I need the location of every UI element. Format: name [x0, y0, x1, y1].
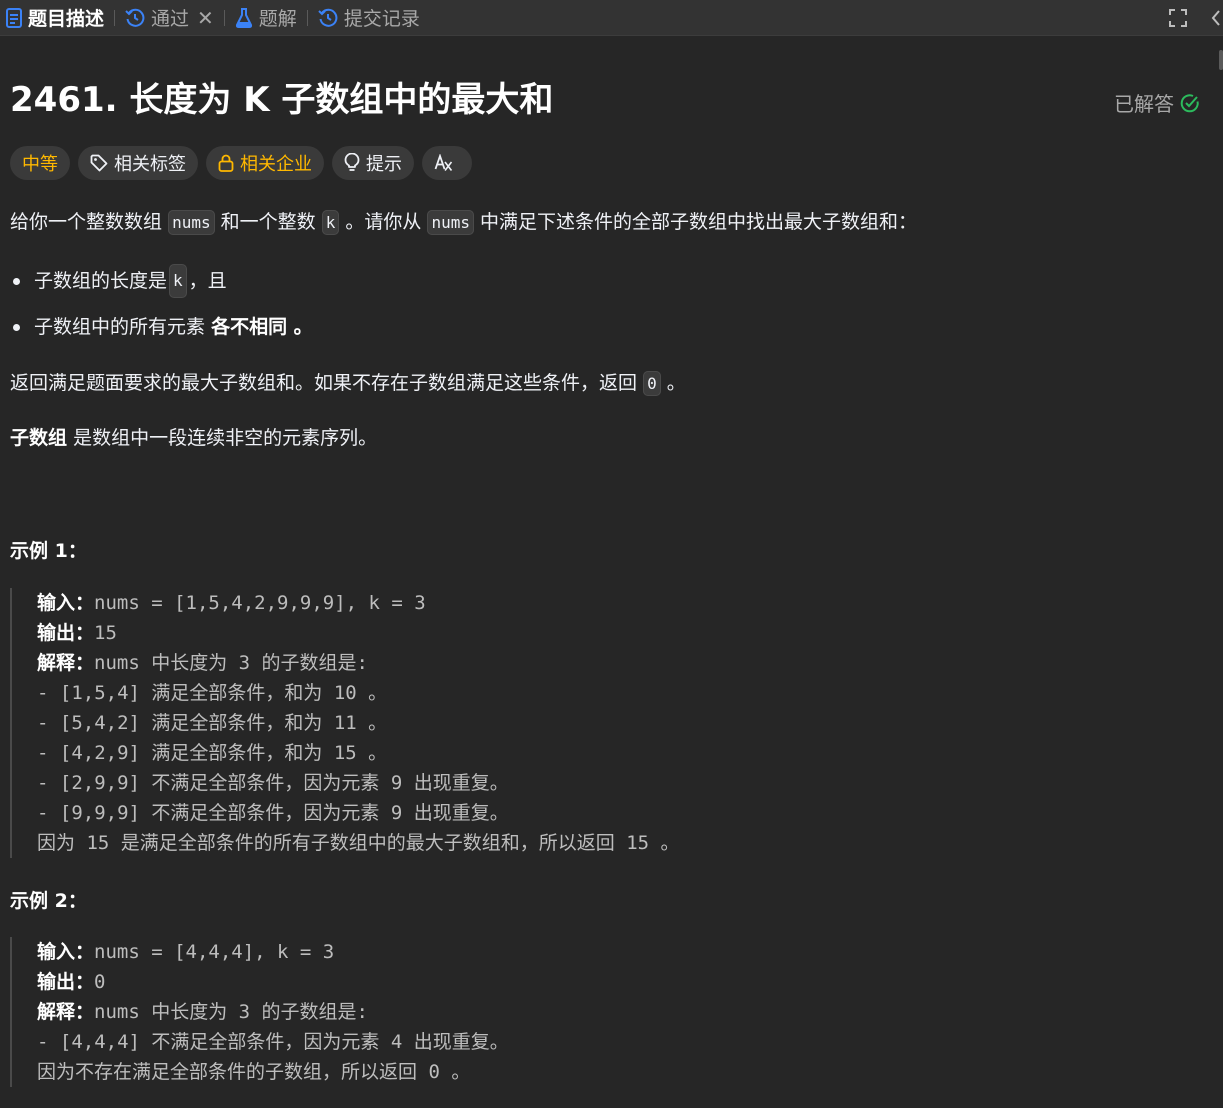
related-companies-button[interactable]: 相关企业: [206, 146, 324, 180]
flask-icon: [235, 7, 252, 28]
tab-label: 题目描述: [28, 8, 105, 30]
example-line: 输出：15: [37, 618, 680, 648]
collapse-button[interactable]: [1209, 0, 1223, 36]
bullet-dot: [13, 277, 20, 285]
tab-label: 题解: [258, 8, 297, 30]
related-companies-label: 相关企业: [240, 154, 312, 175]
input-value: nums = [4,4,4], k = 3: [94, 941, 335, 963]
explain-value: nums 中长度为 3 的子数组是:: [94, 652, 368, 674]
text: 。: [666, 372, 686, 394]
example-line: - [1,5,4] 满足全部条件，和为 10 。: [37, 682, 388, 704]
hint-button[interactable]: 提示: [332, 146, 414, 180]
related-tags-button[interactable]: 相关标签: [78, 146, 198, 180]
hint-label: 提示: [366, 154, 402, 175]
example-line: 解释：nums 中长度为 3 的子数组是:: [37, 997, 509, 1027]
tab-divider: [114, 9, 116, 26]
text: 是数组中一段连续非空的元素序列。: [73, 427, 378, 449]
tab-accepted[interactable]: 通过 ✕: [119, 0, 220, 36]
example-line: - [9,9,9] 不满足全部条件，因为元素 9 出现重复。: [37, 802, 509, 824]
example-2-block: 输入：nums = [4,4,4], k = 3 输出：0 解释：nums 中长…: [10, 937, 509, 1087]
example-2-title: 示例 2：: [10, 890, 87, 912]
example-line: 因为 15 是满足全部条件的所有子数组中的最大子数组和，所以返回 15 。: [37, 832, 680, 854]
explain-label: 解释：: [37, 1001, 95, 1023]
lock-icon: [218, 154, 234, 172]
check-circle-icon: [1180, 93, 1199, 112]
problem-title[interactable]: 2461. 长度为 K 子数组中的最大和: [10, 80, 553, 120]
close-icon[interactable]: ✕: [197, 6, 214, 30]
list-item: 子数组的长度是 k ，且: [10, 264, 227, 298]
bold-text: 各不相同 。: [211, 316, 313, 338]
text: 子数组的长度是: [34, 270, 168, 292]
example-line: 输出：0: [37, 967, 509, 997]
scrollbar[interactable]: [1219, 50, 1223, 70]
description-paragraph: 子数组 是数组中一段连续非空的元素序列。: [10, 424, 377, 452]
example-line: 输入：nums = [1,5,4,2,9,9,9], k = 3: [37, 588, 680, 618]
tab-label: 提交记录: [343, 8, 420, 30]
input-label: 输入：: [37, 592, 95, 614]
example-line: - [4,2,9] 满足全部条件，和为 15 。: [37, 742, 388, 764]
solved-label: 已解答: [1114, 92, 1174, 116]
tab-divider: [223, 9, 225, 26]
tab-solutions[interactable]: 题解: [229, 0, 303, 36]
example-line: 因为不存在满足全部条件的子数组，所以返回 0 。: [37, 1061, 471, 1083]
text: 和一个整数: [220, 211, 316, 233]
tab-description[interactable]: 题目描述: [0, 0, 110, 36]
text: 子数组中的所有元素: [34, 316, 206, 338]
text: 返回满足题面要求的最大子数组和。如果不存在子数组满足这些条件，返回: [10, 372, 638, 394]
tab-label: 通过: [151, 8, 190, 30]
example-line: 输入：nums = [4,4,4], k = 3: [37, 937, 509, 967]
tab-divider: [306, 9, 308, 26]
output-value: 0: [94, 971, 106, 993]
fullscreen-icon: [1169, 9, 1187, 27]
tag-row: 中等 相关标签 相关企业 提示: [10, 146, 472, 180]
explain-label: 解释：: [37, 652, 95, 674]
inline-code: 0: [643, 371, 661, 396]
bullet-dot: [13, 323, 20, 331]
problem-header: 2461. 长度为 K 子数组中的最大和 已解答 中等 相关标签 相关企业 提示: [10, 36, 1200, 180]
example-line: - [5,4,2] 满足全部条件，和为 11 。: [37, 712, 388, 734]
description-paragraph: 返回满足题面要求的最大子数组和。如果不存在子数组满足这些条件，返回 0 。: [10, 369, 686, 398]
subarray-term[interactable]: 子数组: [10, 427, 67, 449]
fullscreen-button[interactable]: [1163, 0, 1193, 36]
input-label: 输入：: [37, 941, 95, 963]
tag-icon: [90, 154, 108, 172]
inline-code: k: [169, 264, 187, 298]
difficulty-badge[interactable]: 中等: [10, 146, 70, 180]
text: 中满足下述条件的全部子数组中找出最大子数组和：: [480, 211, 918, 233]
tab-bar: 题目描述 通过 ✕ 题解 提交记录: [0, 0, 1223, 36]
problem-content: 2461. 长度为 K 子数组中的最大和 已解答 中等 相关标签 相关企业 提示…: [10, 36, 1200, 1087]
output-label: 输出：: [37, 622, 95, 644]
output-label: 输出：: [37, 971, 95, 993]
example-line: 解释：nums 中长度为 3 的子数组是:: [37, 648, 680, 678]
list-item: 子数组中的所有元素 各不相同 。: [10, 313, 313, 341]
solved-status: 已解答: [1114, 88, 1200, 117]
translate-icon: [434, 154, 453, 171]
chevron-left-icon: [1211, 10, 1220, 26]
inline-code: nums: [427, 210, 474, 235]
text: ，且: [188, 270, 227, 292]
example-line: - [2,9,9] 不满足全部条件，因为元素 9 出现重复。: [37, 772, 509, 794]
description-paragraph: 给你一个整数数组 nums 和一个整数 k 。请你从 nums 中满足下述条件的…: [10, 208, 917, 237]
lightbulb-icon: [344, 153, 360, 171]
document-icon: [6, 7, 22, 28]
example-line: - [4,4,4] 不满足全部条件，因为元素 4 出现重复。: [37, 1031, 509, 1053]
example-1-block: 输入：nums = [1,5,4,2,9,9,9], k = 3 输出：15 解…: [10, 588, 680, 858]
related-tags-label: 相关标签: [114, 154, 186, 175]
text: 给你一个整数数组: [10, 211, 163, 233]
history-icon: [125, 8, 145, 27]
text: 。请你从: [345, 211, 422, 233]
inline-code: k: [321, 210, 340, 235]
history-icon: [318, 8, 338, 27]
tabbar-actions: [1163, 0, 1223, 36]
explain-value: nums 中长度为 3 的子数组是:: [94, 1001, 368, 1023]
output-value: 15: [94, 622, 117, 644]
translate-button[interactable]: [422, 146, 472, 180]
example-1-title: 示例 1：: [10, 540, 87, 562]
tab-submissions[interactable]: 提交记录: [312, 0, 426, 36]
input-value: nums = [1,5,4,2,9,9,9], k = 3: [94, 592, 426, 614]
inline-code: nums: [168, 210, 215, 235]
